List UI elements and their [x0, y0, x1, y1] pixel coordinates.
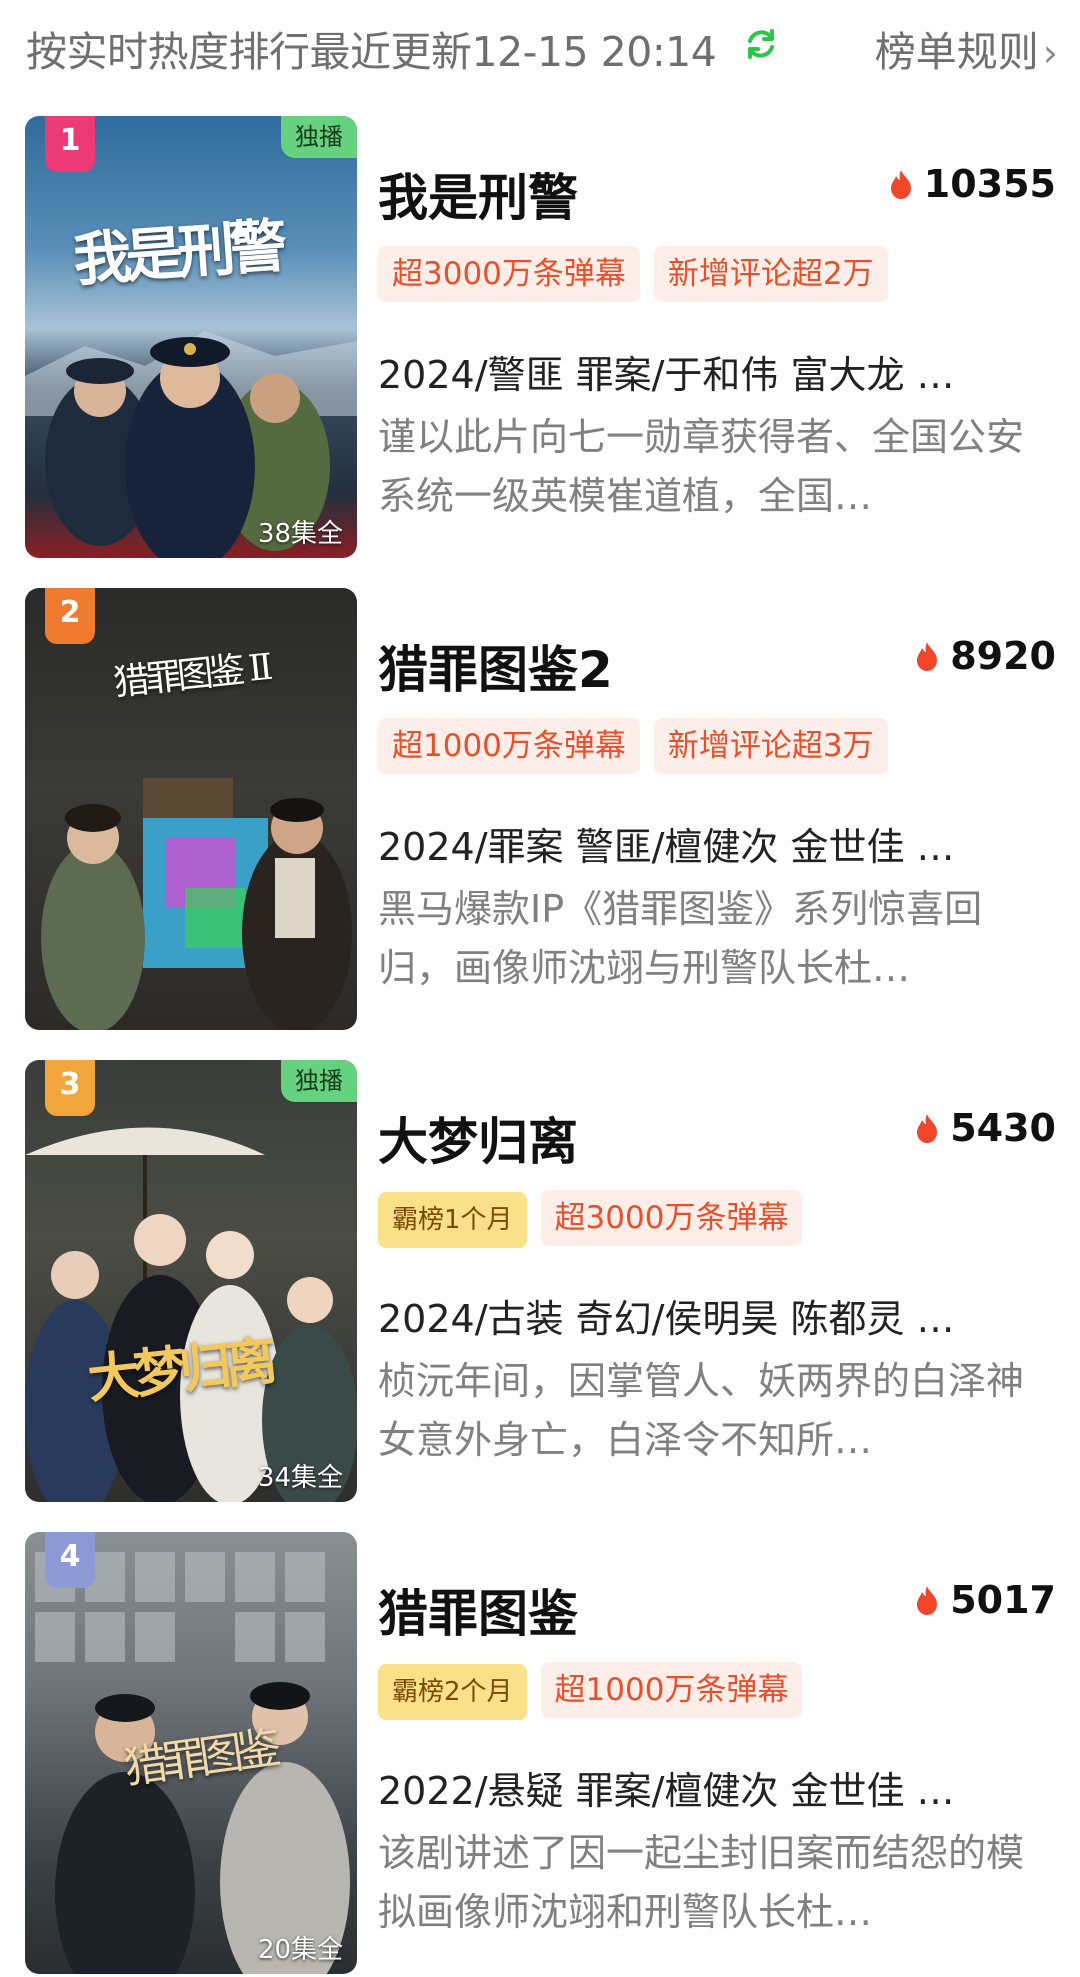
- episode-count: 34集全: [257, 1463, 343, 1493]
- tag-list: 霸榜1个月 超3000万条弹幕: [378, 1190, 816, 1248]
- tag: 超1000万条弹幕: [540, 1662, 803, 1718]
- show-synopsis: 该剧讲述了因一起尘封旧案而结怨的模拟画像师沈翊和刑警队长杜…: [378, 1831, 1025, 1934]
- ranking-rules-label: 榜单规则: [874, 28, 1039, 76]
- show-synopsis: 黑马爆款IP《猎罪图鉴》系列惊喜回归，画像师沈翊与刑警队长杜…: [378, 887, 983, 990]
- heat-value: 8920: [950, 634, 1056, 678]
- ranking-item[interactable]: 猎罪图鉴 II 2 猎罪图鉴2 8920 超1000万条弹幕 新增评论超3万 20…: [0, 588, 1080, 1033]
- exclusive-badge: 独播: [281, 116, 357, 158]
- ranking-item[interactable]: 大梦归离 3 独播 34集全 大梦归离 5430 霸榜1个月 超3000万条弹幕 …: [0, 1060, 1080, 1505]
- episode-count: 38集全: [257, 519, 343, 549]
- heat-score: 8920: [914, 634, 1056, 678]
- episode-count: 20集全: [257, 1935, 343, 1965]
- tag-list: 超1000万条弹幕 新增评论超3万: [378, 718, 902, 774]
- show-synopsis: 桢沅年间，因掌管人、妖两界的白泽神女意外身亡，白泽令不知所…: [378, 1359, 1025, 1462]
- show-title[interactable]: 大梦归离: [378, 1102, 578, 1174]
- heat-value: 5017: [950, 1578, 1056, 1622]
- rank-badge: 4: [45, 1532, 95, 1588]
- ranking-item[interactable]: 我是刑警 1 独播 38集全 我是刑警 10355 超3000万条弹幕 新增评论超…: [0, 116, 1080, 561]
- ranking-header: 按实时热度排行最近更新12-15 20:14 榜单规则 ›: [0, 0, 1080, 95]
- poster-figures: [25, 331, 357, 558]
- show-title[interactable]: 猎罪图鉴: [378, 1574, 578, 1646]
- poster-image[interactable]: 我是刑警 1 独播 38集全: [25, 116, 357, 558]
- tag: 超3000万条弹幕: [378, 246, 640, 302]
- flame-icon: [917, 1114, 938, 1143]
- ranking-rules-link[interactable]: 榜单规则 ›: [875, 18, 1058, 78]
- poster-title: 我是刑警: [71, 211, 284, 295]
- heat-value: 10355: [923, 162, 1056, 206]
- tag: 霸榜1个月: [378, 1192, 527, 1248]
- refresh-icon[interactable]: [744, 27, 778, 61]
- poster-figures: [25, 1127, 357, 1502]
- heat-score: 5017: [914, 1578, 1056, 1622]
- rank-badge: 3: [45, 1060, 95, 1116]
- flame-icon: [917, 1586, 938, 1615]
- flame-icon: [917, 642, 938, 671]
- ranking-description: 按实时热度排行最近更新12-15 20:14: [26, 28, 717, 76]
- tag-list: 霸榜2个月 超1000万条弹幕: [378, 1662, 816, 1720]
- tag: 超1000万条弹幕: [378, 718, 640, 774]
- show-meta: 2024/古装 奇幻/侯明昊 陈都灵 …: [378, 1297, 955, 1341]
- ranking-item[interactable]: 猎罪图鉴 4 20集全 猎罪图鉴 5017 霸榜2个月 超1000万条弹幕 202…: [0, 1532, 1080, 1977]
- show-meta: 2024/罪案 警匪/檀健次 金世佳 …: [378, 825, 955, 869]
- heat-score: 10355: [888, 162, 1056, 206]
- show-synopsis: 谨以此片向七一勋章获得者、全国公安系统一级英模崔道植，全国…: [378, 415, 1025, 518]
- show-meta: 2022/悬疑 罪案/檀健次 金世佳 …: [378, 1769, 955, 1813]
- flame-icon: [890, 170, 911, 199]
- tag: 新增评论超2万: [653, 246, 888, 302]
- heat-value: 5430: [950, 1106, 1056, 1150]
- tag-list: 超3000万条弹幕 新增评论超2万: [378, 246, 902, 302]
- show-title[interactable]: 我是刑警: [378, 158, 578, 230]
- poster-image[interactable]: 大梦归离 3 独播 34集全: [25, 1060, 357, 1502]
- poster-image[interactable]: 猎罪图鉴 II 2: [25, 588, 357, 1030]
- tag: 霸榜2个月: [378, 1664, 527, 1720]
- heat-score: 5430: [914, 1106, 1056, 1150]
- exclusive-badge: 独播: [281, 1060, 357, 1102]
- rank-badge: 1: [45, 116, 95, 172]
- chevron-right-icon: ›: [1042, 31, 1058, 75]
- tag: 新增评论超3万: [653, 718, 888, 774]
- poster-image[interactable]: 猎罪图鉴 4 20集全: [25, 1532, 357, 1974]
- tag: 超3000万条弹幕: [540, 1190, 803, 1246]
- show-meta: 2024/警匪 罪案/于和伟 富大龙 …: [378, 353, 955, 397]
- rank-badge: 2: [45, 588, 95, 644]
- show-title[interactable]: 猎罪图鉴2: [378, 630, 613, 702]
